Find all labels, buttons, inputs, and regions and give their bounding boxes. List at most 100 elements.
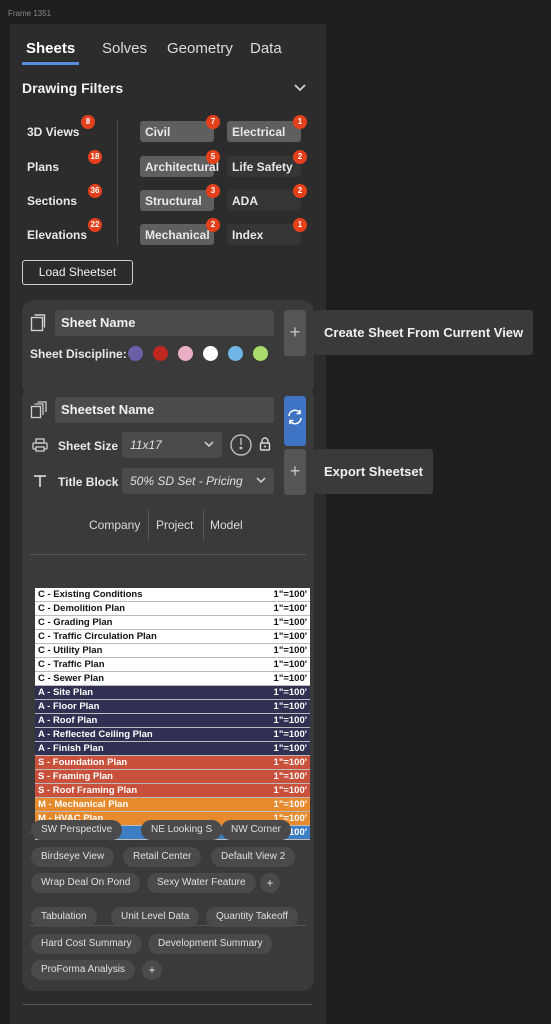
sheet-row-name: A - Roof Plan — [35, 713, 244, 728]
filter-architectural[interactable]: Architectural 5 — [140, 150, 220, 177]
sheetset-name-input[interactable]: Sheetset Name — [55, 397, 274, 423]
sheet-row-name: C - Demolition Plan — [35, 601, 244, 616]
filter-electrical[interactable]: Electrical 1 — [227, 115, 307, 142]
meta-divider — [148, 509, 149, 541]
count-badge: 2 — [206, 218, 220, 232]
sheet-row[interactable]: C - Utility Plan 1"=100' — [35, 643, 310, 658]
create-sheet-button[interactable]: + — [284, 310, 306, 356]
add-views-button[interactable]: + — [260, 873, 280, 893]
sheet-row-name: S - Foundation Plan — [35, 755, 244, 770]
views-chip[interactable]: Birdseye View — [31, 847, 115, 867]
refresh-icon — [288, 409, 302, 425]
reports-chip[interactable]: Development Summary — [148, 934, 273, 954]
chevron-down-icon[interactable] — [292, 80, 308, 96]
filter-ada[interactable]: ADA 2 — [227, 184, 307, 211]
filter-structural[interactable]: Structural 3 — [140, 184, 220, 211]
views-chip[interactable]: Default View 2 — [211, 847, 296, 867]
orientation-icon[interactable] — [229, 433, 253, 457]
chevron-down-icon — [256, 477, 266, 484]
reports-chip[interactable]: ProForma Analysis — [31, 960, 135, 980]
filter-label: 3D Views — [27, 125, 80, 139]
reports-chip[interactable]: Unit Level Data — [111, 907, 200, 927]
load-sheetset-button[interactable]: Load Sheetset — [22, 260, 133, 285]
sheet-row[interactable]: C - Grading Plan 1"=100' — [35, 615, 310, 630]
meta-tab-model[interactable]: Model — [210, 518, 243, 532]
filter-label: Mechanical — [145, 228, 210, 242]
sheet-row[interactable]: C - Demolition Plan 1"=100' — [35, 601, 310, 616]
sheet-row[interactable]: C - Traffic Plan 1"=100' — [35, 657, 310, 672]
filter-divider — [117, 120, 118, 246]
frame-label: Frame 1351 — [8, 9, 52, 18]
views-chip[interactable]: NE Looking S — [141, 820, 223, 840]
sheet-row[interactable]: S - Foundation Plan 1"=100' — [35, 755, 310, 770]
views-chip[interactable]: SW Perspective — [31, 820, 123, 840]
sheet-icon — [30, 314, 46, 332]
add-reports-button[interactable]: + — [142, 960, 162, 980]
sheet-name-input[interactable]: Sheet Name — [55, 310, 274, 336]
sheet-row[interactable]: A - Roof Plan 1"=100' — [35, 713, 310, 728]
sheet-row[interactable]: A - Reflected Ceiling Plan 1"=100' — [35, 727, 310, 742]
filter-index[interactable]: Index 1 — [227, 218, 307, 245]
views-chip[interactable]: Retail Center — [123, 847, 202, 867]
filter-3d-views[interactable]: 3D Views 8 — [22, 115, 95, 142]
count-badge: 36 — [88, 184, 102, 198]
filter-label: Structural — [145, 194, 202, 208]
reports-chip[interactable]: Hard Cost Summary — [31, 934, 142, 954]
sheet-row-name: C - Traffic Plan — [35, 657, 244, 672]
sheet-row[interactable]: S - Roof Framing Plan 1"=100' — [35, 783, 310, 798]
sheet-row-scale: 1"=100' — [243, 615, 310, 630]
filter-sections[interactable]: Sections 36 — [22, 184, 102, 211]
sheet-row[interactable]: A - Floor Plan 1"=100' — [35, 699, 310, 714]
sheet-row-scale: 1"=100' — [243, 657, 310, 672]
sheet-row[interactable]: S - Framing Plan 1"=100' — [35, 769, 310, 784]
tab-geometry[interactable]: Geometry — [167, 40, 233, 57]
filter-civil[interactable]: Civil 7 — [140, 115, 220, 142]
tab-solves[interactable]: Solves — [102, 40, 147, 57]
views-chip[interactable]: Wrap Deal On Pond — [31, 873, 141, 893]
sheet-row-scale: 1"=100' — [243, 797, 310, 812]
export-sheetset-button[interactable]: + — [284, 449, 306, 495]
tab-sheets[interactable]: Sheets — [26, 40, 75, 57]
discipline-color-4[interactable] — [203, 346, 218, 361]
discipline-color-3[interactable] — [178, 346, 193, 361]
filter-elevations[interactable]: Elevations 22 — [22, 218, 102, 245]
meta-divider — [203, 509, 204, 541]
discipline-color-2[interactable] — [153, 346, 168, 361]
filter-life-safety[interactable]: Life Safety 2 — [227, 150, 307, 177]
count-badge: 5 — [206, 150, 220, 164]
sheet-list-table: C - Existing Conditions 1"=100' C - Demoli… — [35, 588, 310, 840]
drawing-filters-title: Drawing Filters — [22, 80, 124, 96]
discipline-color-5[interactable] — [228, 346, 243, 361]
filter-plans[interactable]: Plans 18 — [22, 150, 102, 177]
sheet-size-select[interactable]: 11x17 — [122, 432, 222, 458]
filter-label: Plans — [27, 160, 60, 174]
reports-chip[interactable]: Quantity Takeoff — [206, 907, 298, 927]
views-chip[interactable]: Sexy Water Feature — [147, 873, 256, 893]
sheet-row[interactable]: A - Site Plan 1"=100' — [35, 685, 310, 700]
discipline-color-6[interactable] — [253, 346, 268, 361]
filter-mechanical[interactable]: Mechanical 2 — [140, 218, 220, 245]
refresh-sheetset-button[interactable] — [284, 396, 306, 446]
tab-data[interactable]: Data — [250, 40, 282, 57]
discipline-color-1[interactable] — [128, 346, 143, 361]
meta-tab-project[interactable]: Project — [156, 518, 193, 532]
sheet-row[interactable]: C - Traffic Circulation Plan 1"=100' — [35, 629, 310, 644]
sheet-row[interactable]: A - Finish Plan 1"=100' — [35, 741, 310, 756]
sheet-row[interactable]: M - Mechanical Plan 1"=100' — [35, 797, 310, 812]
sheet-row-name: C - Existing Conditions — [35, 588, 244, 602]
tooltip-text: Export Sheetset — [324, 464, 423, 479]
sheet-row-name: A - Finish Plan — [35, 741, 244, 756]
create-sheet-tooltip: Create Sheet From Current View — [306, 310, 534, 355]
sheet-row-scale: 1"=100' — [243, 643, 310, 658]
title-block-select[interactable]: 50% SD Set - Pricing — [122, 468, 274, 494]
lock-icon[interactable] — [259, 437, 271, 451]
sheet-row-scale: 1"=100' — [243, 588, 310, 602]
sheet-row-name: C - Utility Plan — [35, 643, 244, 658]
sheet-row[interactable]: C - Sewer Plan 1"=100' — [35, 671, 310, 686]
meta-tab-company[interactable]: Company — [89, 518, 140, 532]
sheet-row-name: S - Roof Framing Plan — [35, 783, 244, 798]
sheet-row[interactable]: C - Existing Conditions 1"=100' — [35, 588, 310, 602]
reports-chip[interactable]: Tabulation — [31, 907, 97, 927]
count-badge: 1 — [293, 218, 307, 232]
views-chip[interactable]: NW Corner — [221, 820, 292, 840]
